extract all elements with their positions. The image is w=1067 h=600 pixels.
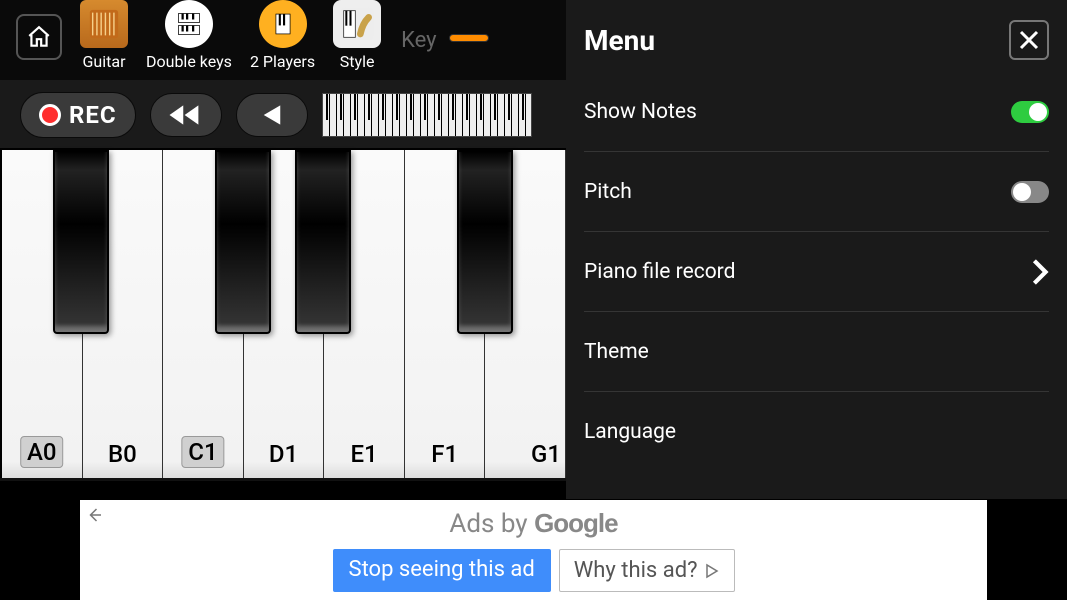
ad-buttons: Stop seeing this ad Why this ad?	[80, 549, 987, 592]
key-label: G1	[531, 440, 561, 468]
ad-heading-brand: Google	[534, 508, 618, 538]
show-notes-toggle[interactable]	[1011, 101, 1049, 123]
menu-item-label: Show Notes	[584, 100, 697, 124]
double-keys-icon	[165, 0, 213, 48]
ad-stop-button[interactable]: Stop seeing this ad	[333, 549, 551, 592]
style-icon	[333, 0, 381, 48]
ad-heading-prefix: Ads by	[449, 509, 534, 539]
two-players-icon	[259, 0, 307, 48]
menu-item-label: Piano file record	[584, 260, 735, 284]
rewind-icon	[169, 104, 203, 126]
menu-item-show-notes[interactable]: Show Notes	[584, 72, 1049, 152]
piano-area: A0 B0 C1 D1 E1 F1 G1	[0, 148, 566, 481]
nav-item-2players[interactable]: 2 Players	[250, 0, 315, 71]
nav-item-double-keys[interactable]: Double keys	[146, 0, 232, 71]
menu-item-label: Pitch	[584, 180, 632, 204]
black-key-Ds1[interactable]	[295, 150, 351, 334]
ad-heading: Ads by Google	[80, 500, 987, 539]
nav-label-style: Style	[340, 52, 375, 71]
ad-back-button[interactable]	[86, 506, 104, 529]
mini-keyboard-overview[interactable]	[322, 93, 532, 137]
play-left-icon	[261, 104, 283, 126]
black-key-Cs1[interactable]	[215, 150, 271, 334]
black-key-Fs1[interactable]	[457, 150, 513, 334]
home-button[interactable]	[16, 14, 62, 60]
piano-keyboard: A0 B0 C1 D1 E1 F1 G1	[0, 148, 566, 478]
record-dot-icon	[39, 104, 61, 126]
key-signature-label: Key	[401, 28, 436, 53]
menu-item-pitch[interactable]: Pitch	[584, 152, 1049, 232]
menu-header: Menu	[566, 0, 1067, 72]
menu-title: Menu	[584, 24, 655, 57]
rewind-button[interactable]	[150, 93, 222, 137]
close-button[interactable]	[1009, 20, 1049, 60]
menu-panel: Menu Show Notes Pitch Piano file record …	[566, 0, 1067, 499]
nav-label-2players: 2 Players	[250, 52, 315, 71]
record-label: REC	[69, 101, 117, 129]
nav-item-guitar[interactable]: Guitar	[80, 0, 128, 71]
home-icon	[26, 24, 52, 50]
arrow-left-icon	[86, 506, 104, 524]
menu-item-piano-record[interactable]: Piano file record	[584, 232, 1049, 312]
key-label: D1	[269, 440, 298, 468]
menu-item-label: Theme	[584, 340, 649, 364]
play-back-button[interactable]	[236, 93, 308, 137]
menu-item-language[interactable]: Language	[584, 392, 1049, 472]
chevron-right-icon	[1031, 258, 1049, 286]
record-button[interactable]: REC	[20, 92, 136, 138]
toggle-knob-icon	[1013, 183, 1031, 201]
menu-item-theme[interactable]: Theme	[584, 312, 1049, 392]
nav-item-style[interactable]: Style	[333, 0, 381, 71]
orange-indicator-icon	[449, 34, 489, 42]
nav-label-double-keys: Double keys	[146, 52, 232, 71]
menu-item-label: Language	[584, 420, 676, 444]
pitch-toggle[interactable]	[1011, 181, 1049, 203]
guitar-icon	[80, 0, 128, 48]
adchoices-icon	[704, 563, 720, 579]
black-key-As0[interactable]	[53, 150, 109, 334]
menu-list: Show Notes Pitch Piano file record Theme…	[566, 72, 1067, 472]
ad-why-button[interactable]: Why this ad?	[559, 549, 735, 592]
key-label: F1	[431, 440, 458, 468]
close-icon	[1017, 28, 1041, 52]
key-label: A0	[20, 436, 64, 468]
ad-banner: Ads by Google Stop seeing this ad Why th…	[80, 500, 987, 600]
nav-label-guitar: Guitar	[83, 52, 126, 71]
key-label: E1	[350, 440, 377, 468]
key-label: C1	[181, 436, 224, 468]
toggle-knob-icon	[1029, 103, 1047, 121]
ad-why-label: Why this ad?	[574, 558, 698, 583]
key-label: B0	[108, 440, 137, 468]
